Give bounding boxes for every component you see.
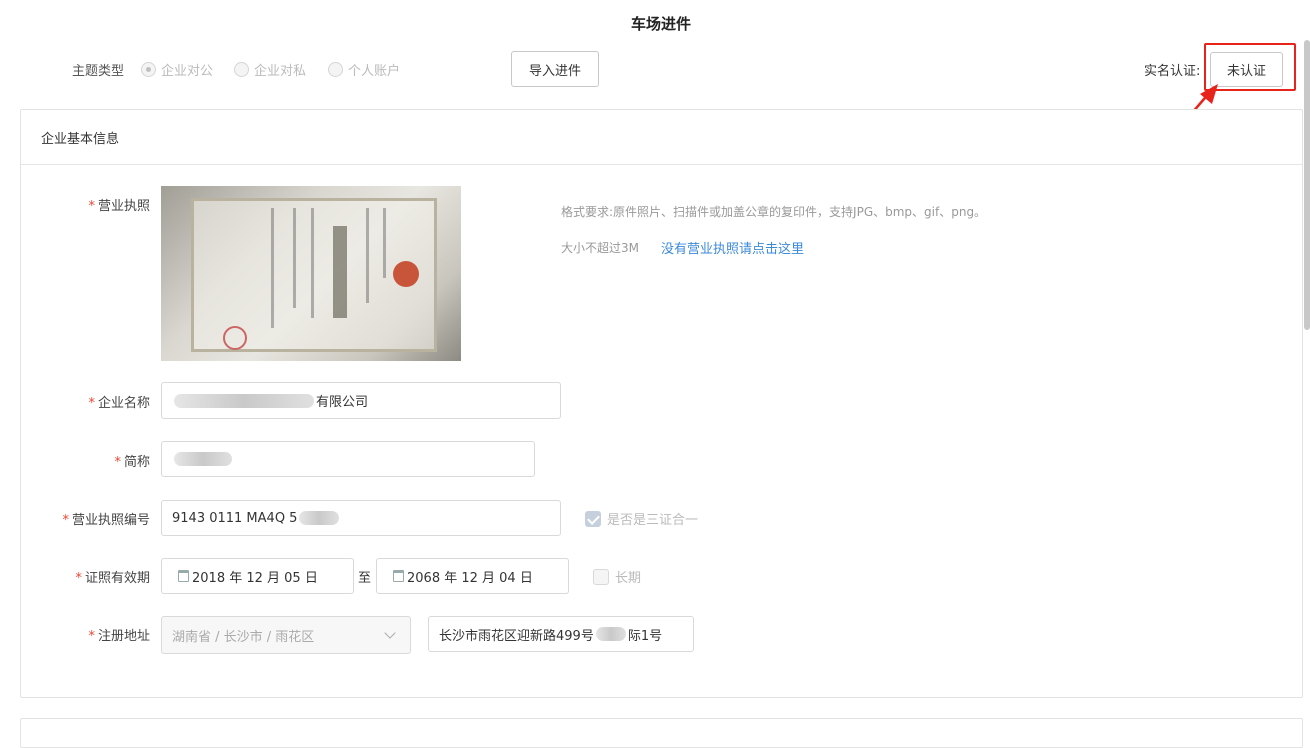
long-term-checkbox[interactable]: 长期 [593, 567, 641, 586]
license-label: * 营业执照 [88, 199, 150, 214]
company-name-input[interactable]: 有限公司 [161, 382, 561, 419]
redacted-text [299, 511, 340, 525]
page-title: 车场进件 [630, 15, 691, 33]
import-application-button[interactable]: 导入进件 [511, 51, 599, 87]
required-asterisk: * [75, 571, 82, 586]
license-format-hint: 格式要求:原件照片、扫描件或加盖公章的复印件，支持JPG、bmp、gif、png… [561, 205, 987, 219]
radio-enterprise-private[interactable]: 企业对私 [234, 60, 306, 79]
radio-unchecked-icon [328, 62, 343, 77]
address-detail-value-b: 际1号 [627, 628, 663, 644]
validity-end-date-input[interactable]: 2068 年 12 月 04 日 [376, 558, 569, 594]
start-date-value: 2018 年 12 月 05 日 [192, 570, 318, 586]
license-number-value: 9143 0111 MA4Q 5 [172, 510, 298, 526]
date-range-separator: 至 [358, 571, 372, 586]
card-title: 企业基本信息 [41, 132, 120, 147]
three-in-one-checkbox[interactable]: 是否是三证合一 [585, 509, 698, 528]
validity-start-date-input[interactable]: 2018 年 12 月 05 日 [161, 558, 354, 594]
validity-label: * 证照有效期 [75, 571, 150, 586]
radio-checked-icon [141, 62, 156, 77]
redacted-text [174, 393, 314, 408]
long-term-label: 长期 [615, 571, 642, 586]
address-detail-input[interactable]: 长沙市雨花区迎新路499号 际1号 [428, 616, 694, 652]
region-value: 湖南省 / 长沙市 / 雨花区 [172, 629, 315, 645]
checkbox-unchecked-icon [593, 568, 609, 585]
required-asterisk: * [88, 199, 95, 214]
end-date-value: 2068 年 12 月 04 日 [407, 570, 533, 586]
radio-label: 企业对私 [254, 64, 307, 79]
calendar-icon [178, 570, 189, 582]
chevron-down-icon [384, 627, 396, 639]
license-size-hint: 大小不超过3M [561, 241, 639, 255]
required-asterisk: * [62, 513, 69, 528]
no-license-link[interactable]: 没有营业执照请点击这里 [661, 238, 804, 257]
radio-label: 企业对公 [161, 64, 214, 79]
short-name-input[interactable] [161, 441, 535, 477]
license-number-label: * 营业执照编号 [62, 513, 150, 528]
radio-personal-account[interactable]: 个人账户 [328, 60, 400, 79]
required-asterisk: * [88, 396, 95, 411]
business-license-image[interactable] [161, 186, 461, 361]
company-name-value: 有限公司 [316, 395, 369, 410]
required-asterisk: * [114, 455, 121, 470]
radio-label: 个人账户 [348, 64, 401, 79]
three-in-one-label: 是否是三证合一 [607, 513, 699, 528]
company-name-label: * 企业名称 [88, 396, 150, 411]
required-asterisk: * [88, 629, 95, 644]
vertical-scrollbar[interactable] [1304, 40, 1310, 330]
real-name-auth-label: 实名认证: [1144, 64, 1201, 79]
license-number-input[interactable]: 9143 0111 MA4Q 5 [161, 500, 561, 536]
checkbox-checked-icon [585, 510, 601, 527]
short-name-label: * 简称 [114, 455, 150, 470]
card-header [21, 110, 1302, 165]
region-select[interactable]: 湖南省 / 长沙市 / 雨花区 [161, 616, 411, 654]
redacted-text [174, 452, 232, 466]
redacted-text [595, 627, 626, 641]
radio-unchecked-icon [234, 62, 249, 77]
address-detail-value-a: 长沙市雨花区迎新路499号 [439, 628, 594, 644]
address-label: * 注册地址 [88, 629, 150, 644]
next-section-card [20, 718, 1303, 748]
radio-enterprise-public[interactable]: 企业对公 [141, 60, 213, 79]
topic-type-label: 主题类型 [72, 64, 125, 79]
calendar-icon [393, 570, 404, 582]
